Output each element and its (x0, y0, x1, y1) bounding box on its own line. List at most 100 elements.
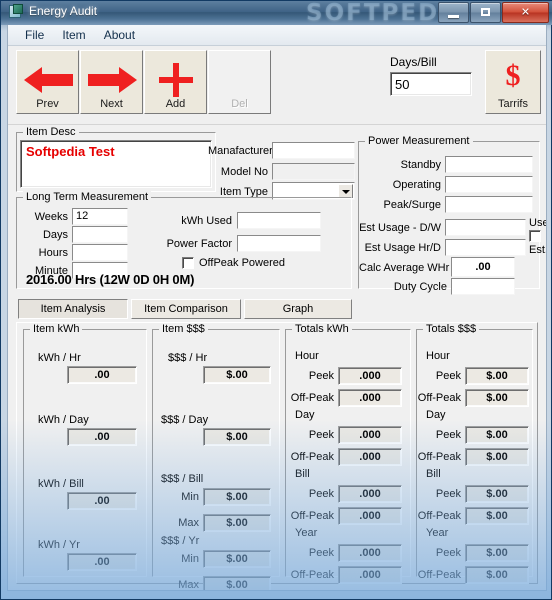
item-dollars-panel: Item $$$ $$$ / Hr $.00 $$$ / Day $.00 $$… (152, 323, 280, 590)
dollars-bill-max-value: $.00 (203, 514, 271, 532)
totals-dollars-caption: Totals $$$ (423, 323, 480, 335)
dollars-yr-min-value: $.00 (203, 550, 271, 568)
del-button[interactable]: Del (208, 50, 271, 114)
totals-kwh-day-offpeak-label: Off-Peak (290, 451, 334, 463)
totals-dollars-year-label: Year (426, 527, 449, 539)
window-controls: ✕ (437, 2, 549, 23)
totals-kwh-hour-peek-value: .000 (338, 367, 402, 385)
long-term-caption: Long Term Measurement (23, 191, 152, 203)
tarrifs-button[interactable]: $ Tarrifs (485, 50, 541, 114)
model-no-label: Model No (220, 166, 268, 178)
menu-bar: File Item About (8, 25, 546, 46)
kwh-used-input[interactable] (237, 212, 321, 229)
item-desc-field[interactable]: Softpedia Test (20, 140, 212, 188)
totals-dollars-bill-offpeak-value: $.00 (465, 507, 529, 525)
power-factor-input[interactable] (237, 235, 321, 252)
application-window: SOFTPEDIA Energy Audit ✕ File Item About (0, 0, 552, 600)
dollar-icon: $ (505, 59, 521, 92)
menu-item[interactable]: Item (53, 25, 94, 45)
kwh-yr-label: kWh / Yr (38, 539, 80, 551)
kwh-used-label: kWh Used (181, 215, 232, 227)
next-button[interactable]: Next (80, 50, 143, 114)
days-bill-input[interactable] (390, 72, 472, 96)
totals-dollars-bill-offpeak-label: Off-Peak (417, 510, 461, 522)
power-factor-label: Power Factor (166, 238, 232, 250)
weeks-input[interactable]: 12 (72, 208, 128, 225)
dollars-yr-label: $$$ / Yr (161, 535, 200, 547)
prev-button-label: Prev (36, 98, 59, 110)
tab-graph[interactable]: Graph (244, 299, 352, 319)
est-usage-hrd-label: Est Usage Hr/D (364, 242, 441, 254)
item-kwh-panel: Item kWh kWh / Hr .00 kWh / Day .00 kWh … (23, 323, 147, 577)
add-button[interactable]: Add (144, 50, 207, 114)
dollars-hr-label: $$$ / Hr (168, 352, 208, 364)
dollars-hr-value: $.00 (203, 366, 271, 384)
peak-surge-input[interactable] (445, 196, 533, 213)
totals-kwh-year-label: Year (295, 527, 318, 539)
totals-dollars-hour-offpeak-value: $.00 (465, 389, 529, 407)
operating-input[interactable] (445, 176, 533, 193)
hours-label: Hours (38, 247, 68, 259)
kwh-bill-value: .00 (67, 492, 137, 510)
tarrifs-button-label: Tarrifs (498, 98, 528, 110)
power-measurement-caption: Power Measurement (365, 135, 473, 147)
manufacturer-input[interactable] (272, 142, 355, 159)
minimize-button[interactable] (438, 2, 469, 23)
peak-surge-label: Peak/Surge (383, 199, 441, 211)
totals-dollars-hour-label: Hour (426, 350, 450, 362)
totals-kwh-year-offpeak-label: Off-Peak (290, 569, 334, 581)
totals-dollars-bill-peek-value: $.00 (465, 485, 529, 503)
close-icon: ✕ (520, 6, 531, 18)
chevron-down-icon[interactable] (338, 184, 353, 198)
totals-kwh-day-peek-label: Peek (308, 429, 334, 441)
weeks-label: Weeks (34, 211, 68, 223)
long-term-summary: 2016.00 Hrs (12W 0D 0H 0M) (26, 272, 195, 287)
dollars-yr-max-value: $.00 (203, 576, 271, 590)
est-usage-hrd-input[interactable] (445, 239, 526, 256)
close-button[interactable]: ✕ (502, 2, 549, 23)
totals-kwh-year-peek-value: .000 (338, 544, 402, 562)
model-no-input[interactable] (272, 163, 355, 180)
tab-item-analysis[interactable]: Item Analysis (18, 299, 128, 319)
totals-kwh-hour-offpeak-label: Off-Peak (290, 392, 334, 404)
totals-dollars-year-offpeak-value: $.00 (465, 566, 529, 584)
offpeak-powered-checkbox[interactable] (182, 257, 194, 269)
tab-item-comparison[interactable]: Item Comparison (131, 299, 241, 319)
calc-average-whr-value: .00 (451, 257, 515, 277)
arrow-right-icon (88, 65, 137, 95)
duty-cycle-input[interactable] (451, 278, 515, 295)
maximize-button[interactable] (470, 2, 501, 23)
kwh-bill-label: kWh / Bill (38, 478, 84, 490)
item-dollars-caption: Item $$$ (159, 323, 208, 335)
days-input[interactable] (72, 226, 128, 243)
prev-button[interactable]: Prev (16, 50, 79, 114)
minimize-icon (448, 15, 459, 18)
standby-input[interactable] (445, 156, 533, 173)
totals-dollars-day-offpeak-value: $.00 (465, 448, 529, 466)
title-bar[interactable]: SOFTPEDIA Energy Audit ✕ (1, 1, 552, 25)
est-usage-dw-input[interactable] (445, 219, 526, 236)
plus-icon (158, 63, 193, 97)
item-kwh-caption: Item kWh (30, 323, 83, 335)
kwh-day-label: kWh / Day (38, 414, 89, 426)
toolbar: Prev Next Add Del Days/Bill $ (8, 46, 546, 125)
calc-average-whr-label: Calc Average WHr (359, 262, 450, 274)
menu-about[interactable]: About (95, 25, 144, 45)
totals-kwh-bill-label: Bill (295, 468, 310, 480)
totals-kwh-day-peek-value: .000 (338, 426, 402, 444)
totals-kwh-caption: Totals kWh (292, 323, 352, 335)
totals-dollars-year-peek-label: Peek (435, 547, 461, 559)
totals-kwh-bill-peek-label: Peek (308, 488, 334, 500)
totals-kwh-bill-peek-value: .000 (338, 485, 402, 503)
dollars-bill-max-label: Max (178, 517, 199, 529)
hours-input[interactable] (72, 244, 128, 261)
item-desc-text: Softpedia Test (26, 144, 115, 159)
dollars-yr-max-label: Max (178, 579, 199, 591)
totals-dollars-hour-peek-value: $.00 (465, 367, 529, 385)
est-usage-dw-label: Est Usage - D/W (359, 222, 441, 234)
use-est-checkbox[interactable] (529, 230, 541, 242)
totals-kwh-day-label: Day (295, 409, 315, 421)
menu-file[interactable]: File (16, 25, 53, 45)
totals-kwh-day-offpeak-value: .000 (338, 448, 402, 466)
title-bar-left: Energy Audit (8, 4, 97, 18)
